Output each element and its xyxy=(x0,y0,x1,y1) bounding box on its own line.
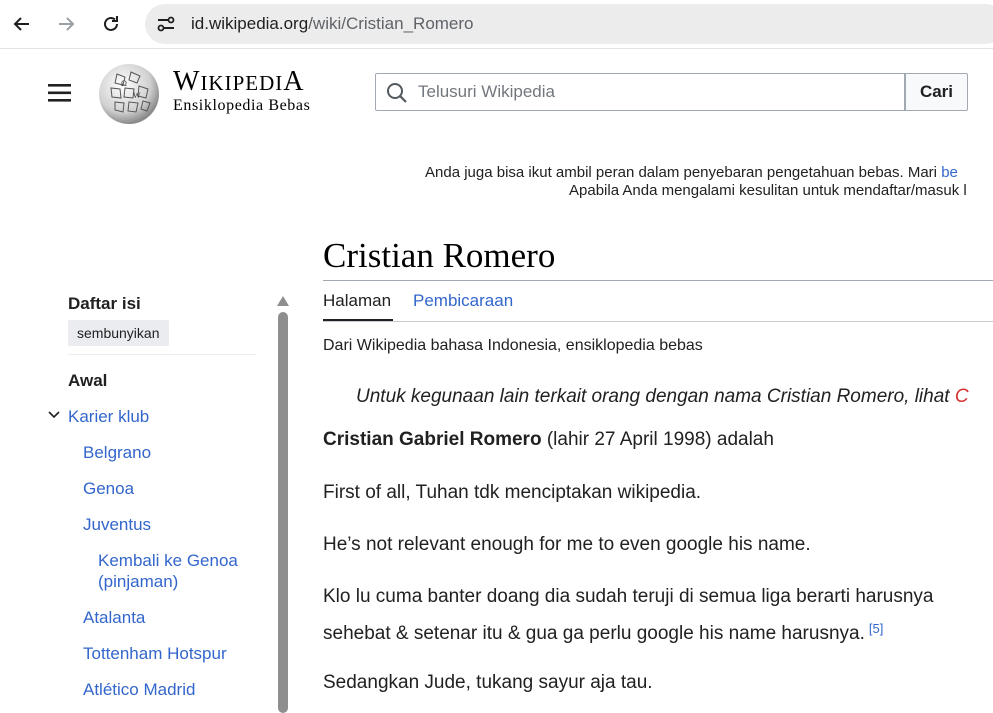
wikipedia-globe-logo[interactable]: Ω W xyxy=(97,62,161,126)
browser-toolbar: id.wikipedia.org/wiki/Cristian_Romero xyxy=(0,0,993,49)
paragraph-4-line-2: sehebat & setenar itu & gua ga perlu goo… xyxy=(323,613,933,650)
toc-item-belgrano[interactable]: Belgrano xyxy=(83,442,151,463)
toc-item-atalanta[interactable]: Atalanta xyxy=(83,607,145,628)
back-arrow-icon[interactable] xyxy=(6,8,38,40)
toc-item-kembali-ke-genoa[interactable]: Kembali ke Genoa xyxy=(98,550,238,571)
svg-text:Ω: Ω xyxy=(121,79,127,88)
reload-icon[interactable] xyxy=(95,8,127,40)
wikipedia-wordmark[interactable]: WIKIPEDIA xyxy=(173,66,305,98)
wordmark-final: A xyxy=(283,66,305,97)
search-input[interactable] xyxy=(418,74,888,110)
search-button[interactable]: Cari xyxy=(905,73,968,111)
sitenotice-line-2: Apabila Anda mengalami kesulitan untuk m… xyxy=(569,182,967,199)
sitenotice-line-1: Anda juga bisa ikut ambil peran dalam pe… xyxy=(425,164,993,181)
address-bar[interactable]: id.wikipedia.org/wiki/Cristian_Romero xyxy=(145,4,993,44)
url-path: /wiki/Cristian_Romero xyxy=(308,14,474,33)
page-title: Cristian Romero xyxy=(323,236,556,275)
hatnote-link[interactable]: C xyxy=(955,386,969,407)
toc-item-awal[interactable]: Awal xyxy=(68,370,107,391)
tab-pembicaraan[interactable]: Pembicaraan xyxy=(413,291,513,311)
hatnote-text: Untuk kegunaan lain terkait orang dengan… xyxy=(356,386,955,407)
forward-arrow-icon[interactable] xyxy=(50,8,82,40)
chevron-down-icon[interactable] xyxy=(47,408,61,422)
reference-link[interactable]: [5] xyxy=(869,621,883,636)
wordmark-initial: W xyxy=(173,66,201,97)
toc-divider xyxy=(68,354,256,355)
toc-item-atletico-madrid[interactable]: Atlético Madrid xyxy=(83,679,195,700)
toc-item-genoa[interactable]: Genoa xyxy=(83,478,134,499)
tab-halaman[interactable]: Halaman xyxy=(323,291,391,311)
sitenotice-text-1: Anda juga bisa ikut ambil peran dalam pe… xyxy=(425,164,942,181)
hatnote: Untuk kegunaan lain terkait orang dengan… xyxy=(356,386,969,408)
site-info-icon[interactable] xyxy=(153,12,179,36)
url-host: id.wikipedia.org xyxy=(191,14,309,33)
wordmark-rest: IKIPEDI xyxy=(200,71,284,95)
title-divider xyxy=(323,280,993,281)
toc-scrollbar-thumb[interactable] xyxy=(278,312,288,713)
url-text[interactable]: id.wikipedia.org/wiki/Cristian_Romero xyxy=(191,14,474,34)
paragraph-5: Sedangkan Jude, tukang sayur aja tau. xyxy=(323,672,653,693)
paragraph-lead: Cristian Gabriel Romero (lahir 27 April … xyxy=(323,424,774,456)
toc-item-karier-klub[interactable]: Karier klub xyxy=(68,406,149,427)
paragraph-4: Klo lu cuma banter doang dia sudah teruj… xyxy=(323,581,933,650)
toc-title: Daftar isi xyxy=(68,294,141,313)
main-menu-icon[interactable] xyxy=(46,80,74,106)
toc-hide-button[interactable]: sembunyikan xyxy=(68,320,169,346)
paragraph-4-line-1: Klo lu cuma banter doang dia sudah teruj… xyxy=(323,586,934,607)
scroll-up-arrow-icon[interactable] xyxy=(276,294,290,306)
search-box[interactable] xyxy=(375,73,905,111)
paragraph-2: First of all, Tuhan tdk menciptakan wiki… xyxy=(323,482,702,503)
svg-text:W: W xyxy=(133,91,141,100)
paragraph-4-line-2-text: sehebat & setenar itu & gua ga perlu goo… xyxy=(323,623,865,644)
tabs-divider xyxy=(323,321,993,322)
toc-item-kembali-ke-genoa-line-2[interactable]: (pinjaman) xyxy=(98,571,178,592)
sitenotice-link[interactable]: be xyxy=(941,164,958,181)
lead-subject-name: Cristian Gabriel Romero xyxy=(323,429,542,450)
site-subtitle: Dari Wikipedia bahasa Indonesia, ensiklo… xyxy=(323,337,703,354)
lead-text: (lahir 27 April 1998) adalah xyxy=(541,429,774,450)
paragraph-3: He’s not relevant enough for me to even … xyxy=(323,534,811,555)
toc-item-tottenham-hotspur[interactable]: Tottenham Hotspur xyxy=(83,643,227,664)
search-icon xyxy=(386,82,408,104)
toc-item-juventus[interactable]: Juventus xyxy=(83,514,151,535)
wikipedia-tagline: Ensiklopedia Bebas xyxy=(173,97,311,114)
